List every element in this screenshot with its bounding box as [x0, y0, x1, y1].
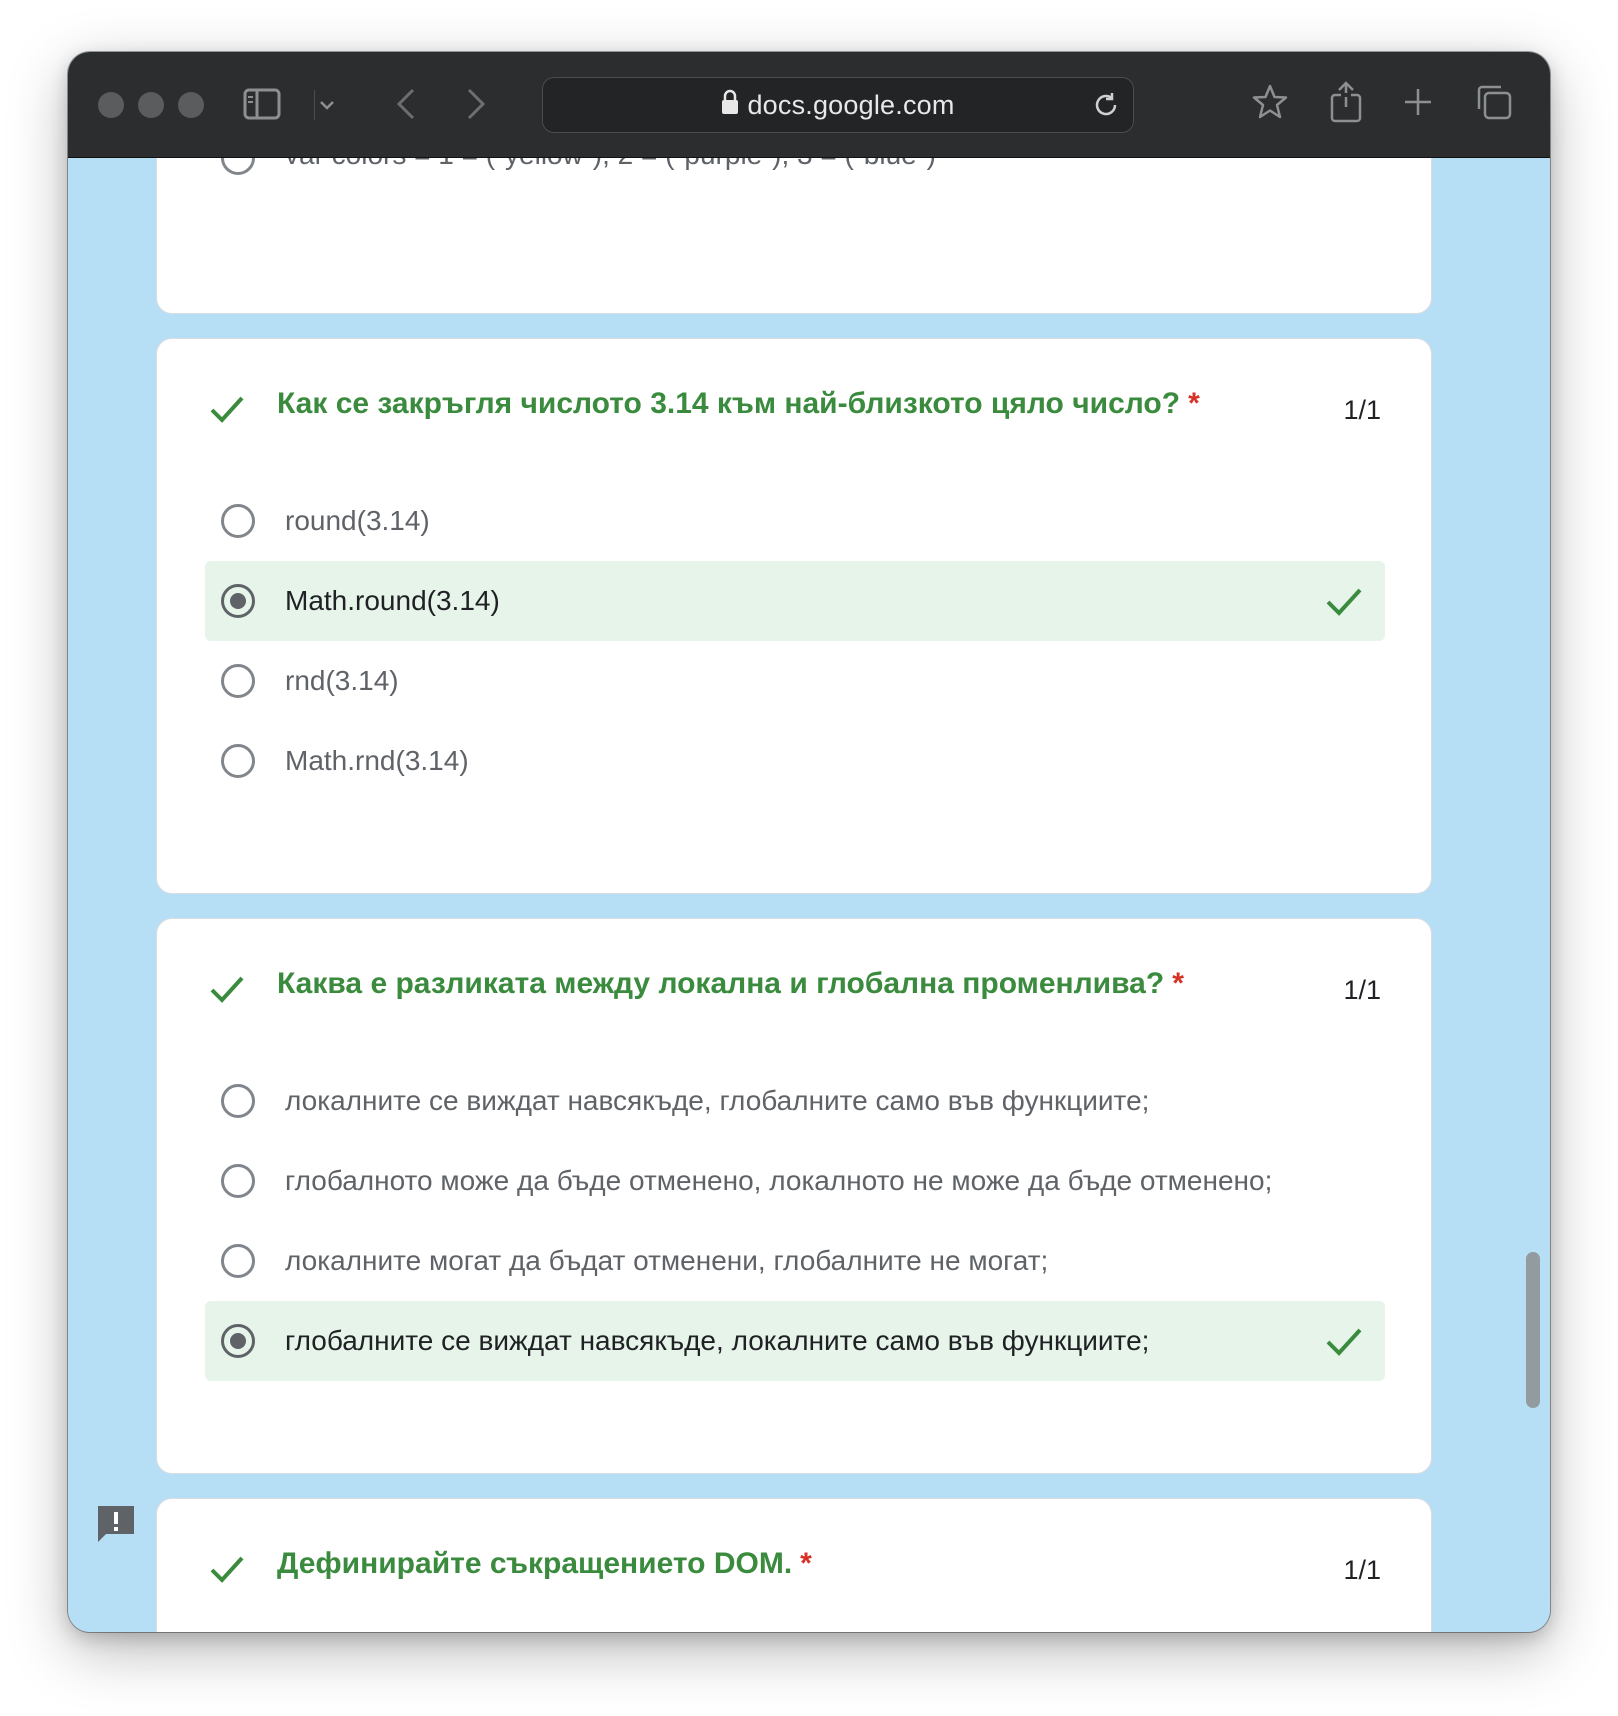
feedback-icon[interactable] [94, 1502, 138, 1546]
question-card: Как се закръгля числото 3.14 към най-бли… [156, 338, 1432, 894]
question-card: Дефинирайте съкращението DOM. * 1/1 [156, 1498, 1432, 1632]
answer-option[interactable]: локалните се виждат навсякъде, глобалнит… [205, 1061, 1385, 1141]
address-bar[interactable]: docs.google.com [542, 77, 1134, 133]
required-marker: * [1188, 387, 1200, 420]
question-score: 1/1 [1343, 975, 1381, 1005]
check-icon [1326, 1328, 1362, 1356]
radio-button[interactable] [221, 664, 255, 698]
question-title: Дефинирайте съкращението DOM. * [277, 1547, 812, 1580]
answer-option[interactable]: Math.rnd(3.14) [205, 721, 1385, 801]
option-label: round(3.14) [285, 505, 430, 536]
option-label: Math.rnd(3.14) [285, 745, 469, 776]
share-icon[interactable] [1324, 78, 1368, 126]
reload-icon[interactable] [1091, 90, 1121, 120]
option-label: Math.round(3.14) [285, 585, 500, 616]
browser-window: docs.google.com var colors = 1 = ("yello… [68, 52, 1550, 1632]
option-label: локалните се виждат навсякъде, глобалнит… [285, 1085, 1150, 1116]
question-card: Каква е разликата между локална и глобал… [156, 918, 1432, 1474]
answer-option[interactable]: локалните могат да бъдат отменени, глоба… [205, 1221, 1385, 1301]
answer-option-correct[interactable]: глобалните се виждат навсякъде, локалнит… [205, 1301, 1385, 1381]
radio-button-selected[interactable] [221, 1324, 255, 1358]
answer-option[interactable]: rnd(3.14) [205, 641, 1385, 721]
required-marker: * [800, 1547, 812, 1580]
forward-icon[interactable] [456, 82, 496, 126]
check-icon [210, 1556, 244, 1583]
lock-icon [721, 89, 739, 122]
chevron-down-icon[interactable] [314, 90, 339, 120]
back-icon[interactable] [386, 82, 426, 126]
tabs-icon[interactable] [1472, 80, 1516, 124]
check-icon [210, 396, 244, 423]
scrollbar-thumb[interactable] [1526, 1252, 1540, 1408]
radio-button[interactable] [221, 744, 255, 778]
radio-button[interactable] [221, 158, 255, 175]
question-title: Как се закръгля числото 3.14 към най-бли… [277, 387, 1200, 420]
star-icon[interactable] [1248, 80, 1292, 124]
browser-toolbar: docs.google.com [68, 52, 1550, 158]
plus-icon[interactable] [1398, 82, 1438, 122]
page-content: var colors = 1 = ("yellow"), 2 = ("purpl… [68, 158, 1550, 1632]
required-marker: * [1172, 967, 1184, 1000]
option-label: локалните могат да бъдат отменени, глоба… [285, 1245, 1049, 1276]
question-title: Каква е разликата между локална и глобал… [277, 967, 1184, 1000]
answer-option-correct[interactable]: Math.round(3.14) [205, 561, 1385, 641]
option-label: var colors = 1 = ("yellow"), 2 = ("purpl… [285, 158, 936, 171]
radio-button[interactable] [221, 1244, 255, 1278]
question-score: 1/1 [1343, 395, 1381, 425]
url-text: docs.google.com [747, 89, 955, 120]
radio-button[interactable] [221, 1084, 255, 1118]
answer-option[interactable]: round(3.14) [205, 481, 1385, 561]
answer-option[interactable]: глобалното може да бъде отменено, локалн… [205, 1141, 1385, 1221]
sidebar-icon[interactable] [240, 82, 284, 126]
radio-button[interactable] [221, 1164, 255, 1198]
check-icon [210, 976, 244, 1003]
option-label: глобалното може да бъде отменено, локалн… [285, 1165, 1273, 1196]
close-window-button[interactable] [98, 92, 124, 118]
option-label: rnd(3.14) [285, 665, 399, 696]
maximize-window-button[interactable] [178, 92, 204, 118]
question-score: 1/1 [1343, 1555, 1381, 1585]
question-card-partial: var colors = 1 = ("yellow"), 2 = ("purpl… [156, 158, 1432, 314]
minimize-window-button[interactable] [138, 92, 164, 118]
radio-button[interactable] [221, 504, 255, 538]
check-icon [1326, 588, 1362, 616]
radio-button-selected[interactable] [221, 584, 255, 618]
option-label: глобалните се виждат навсякъде, локалнит… [285, 1325, 1150, 1356]
